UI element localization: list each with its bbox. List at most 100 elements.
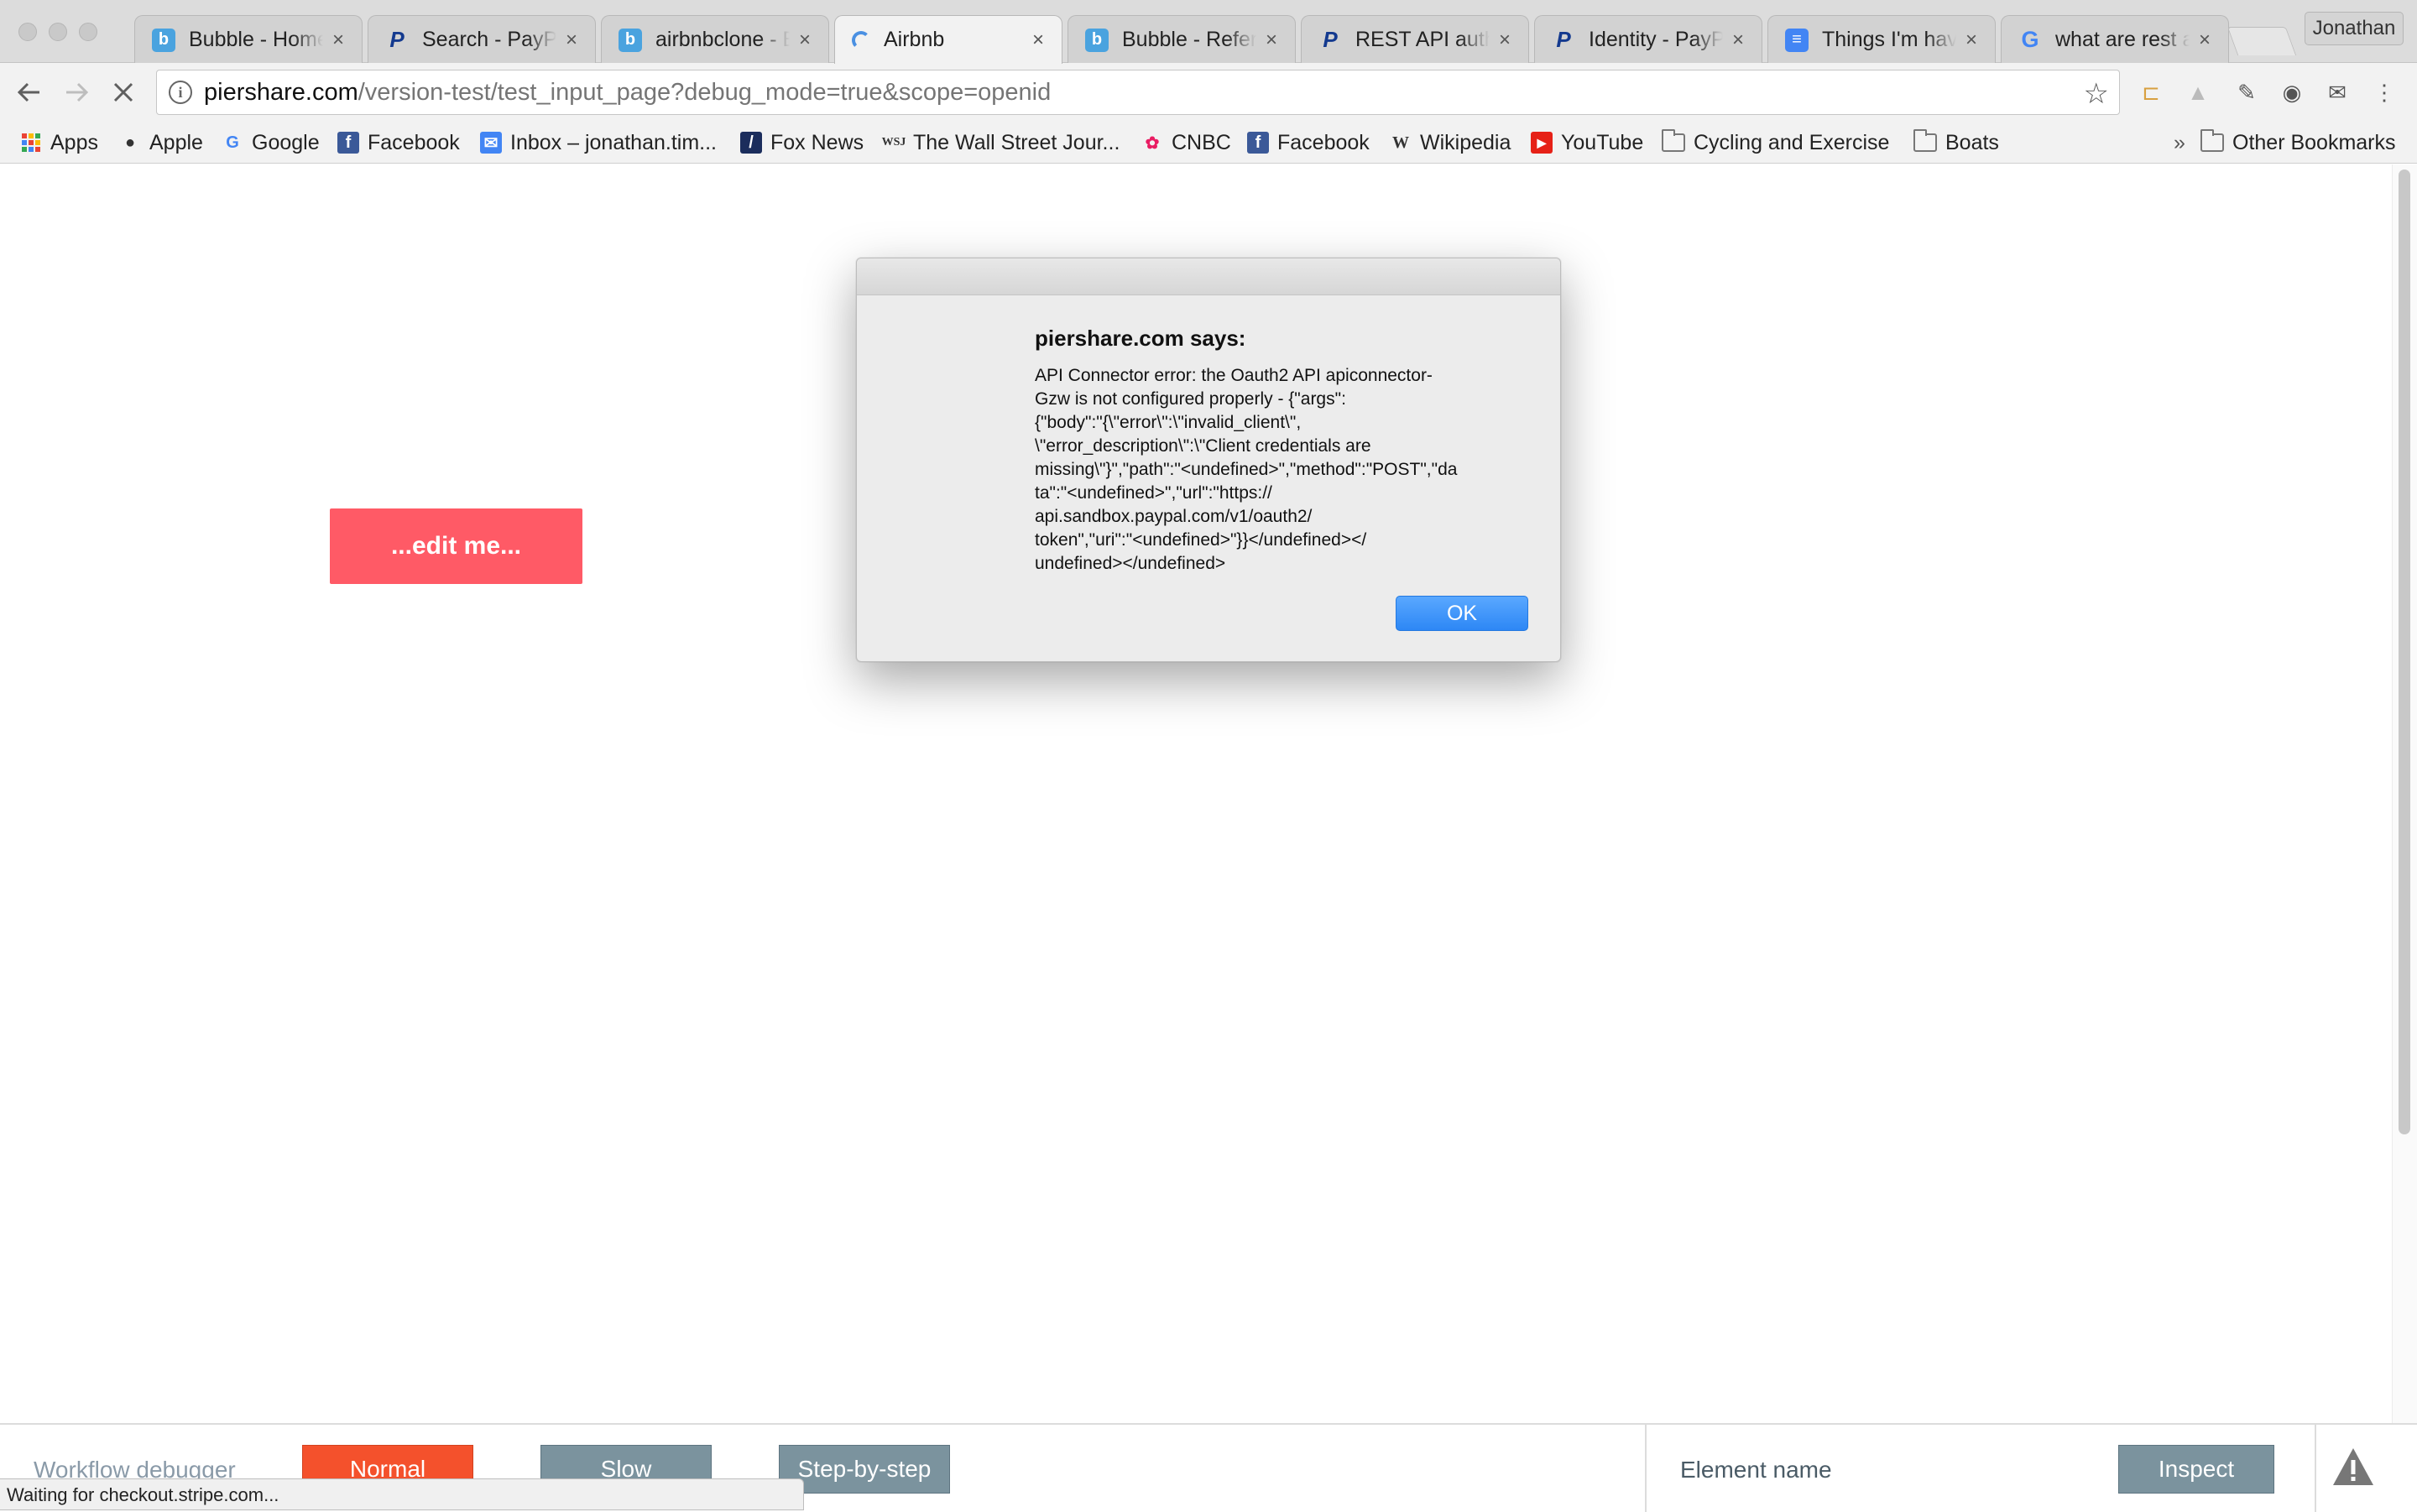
google-drive-icon[interactable]: ▲ [2185,80,2211,105]
warning-icon[interactable] [2330,1443,2377,1490]
close-icon[interactable]: × [2196,29,2213,52]
tab-bubble-home[interactable]: b Bubble - Home × [134,15,363,64]
forward-arrow-icon [66,82,89,102]
extension-globe-icon[interactable]: ◉ [2279,80,2305,105]
bookmark-facebook[interactable]: f Facebook [337,128,460,157]
tab-rest-api-auth[interactable]: P REST API authentication × [1301,15,1529,64]
facebook-icon: f [337,132,359,154]
bookmark-label: Cycling and Exercise [1694,130,1890,154]
element-name-input[interactable]: Element name [1680,1457,1832,1483]
paypal-icon: P [1323,27,1338,52]
back-button[interactable] [12,75,47,110]
tab-title: what are rest api [2055,28,2190,51]
apps-grid-icon [20,132,42,154]
scrollbar[interactable] [2392,164,2417,1423]
loading-spinner-icon [852,30,870,50]
close-icon[interactable]: × [330,29,347,52]
back-arrow-icon [17,82,39,102]
info-icon[interactable]: i [169,81,192,104]
url-host: piershare.com [204,78,358,106]
bookmark-inbox[interactable]: ✉ Inbox – jonathan.tim... [480,128,717,157]
wikipedia-icon: W [1392,133,1409,152]
dialog-message: API Connector error: the Oauth2 API apic… [1035,366,1458,573]
tab-search-paypal[interactable]: P Search - PayPal × [368,15,596,64]
bookmark-label: Facebook [368,130,460,154]
bookmark-apple[interactable]: ● Apple [119,128,203,157]
youtube-icon: ▶ [1531,132,1553,154]
scrollbar-thumb[interactable] [2399,169,2410,1134]
folder-icon [2200,129,2224,152]
bookmark-foxnews[interactable]: / Fox News [740,128,864,157]
bookmark-cnbc[interactable]: ✿ CNBC [1141,128,1231,157]
bookmark-apps[interactable]: Apps [20,128,98,157]
edit-me-button[interactable]: ...edit me... [330,508,582,584]
close-icon[interactable]: × [1963,29,1980,52]
tab-identity-paypal[interactable]: P Identity - PayPal × [1534,15,1762,64]
other-bookmarks[interactable]: Other Bookmarks [2200,128,2396,157]
bookmark-label: Apps [50,130,98,154]
bookmark-star-icon[interactable]: ☆ [2084,77,2109,111]
mail-extension-icon[interactable]: ✉ [2325,80,2350,105]
bookmark-label: Boats [1945,130,1999,154]
window-close-button[interactable] [18,23,37,41]
bookmark-google[interactable]: G Google [222,128,319,157]
dialog-heading: piershare.com says: [1035,326,1246,351]
close-icon[interactable]: × [1496,29,1513,52]
new-tab-button[interactable] [2226,27,2297,55]
cnbc-icon: ✿ [1145,133,1160,153]
mode-step-by-step-button[interactable]: Step-by-step [779,1445,950,1494]
status-bubble: Waiting for checkout.stripe.com... [0,1478,804,1510]
google-icon: G [226,133,239,152]
address-bar[interactable]: i piershare.com/version-test/test_input_… [156,70,2120,115]
alert-dialog: piershare.com says: API Connector error:… [856,258,1561,662]
ok-button[interactable]: OK [1396,596,1528,631]
stop-button[interactable] [106,75,141,110]
close-icon[interactable]: × [796,29,813,52]
facebook-icon: f [1247,132,1269,154]
forward-button[interactable] [59,75,94,110]
close-icon[interactable]: × [1730,29,1746,52]
tab-bubble-reference[interactable]: b Bubble - Reference × [1068,15,1296,64]
tab-title: Search - PayPal [422,28,556,51]
tab-title: REST API authentication [1355,28,1490,51]
bookmark-folder-cycling[interactable]: Cycling and Exercise [1662,128,1889,157]
tab-things-trouble[interactable]: ≡ Things I'm having trouble with × [1767,15,1996,64]
window-minimize-button[interactable] [49,23,67,41]
bookmarks-overflow-chevron[interactable]: » [2174,128,2185,157]
divider [2315,1425,2316,1512]
close-icon[interactable]: × [563,29,580,52]
bookmark-label: Fox News [770,130,864,154]
divider [1645,1425,1647,1512]
bubble-icon: b [1085,28,1109,52]
bookmark-label: Wikipedia [1420,130,1511,154]
close-icon[interactable]: × [1263,29,1280,52]
bookmark-wikipedia[interactable]: W Wikipedia [1390,128,1511,157]
foxnews-icon: / [740,132,762,154]
apple-icon: ● [124,133,136,152]
folder-icon [1913,129,1937,152]
bookmark-facebook-2[interactable]: f Facebook [1247,128,1370,157]
bookmarks-bar: Apps ● Apple G Google f Facebook ✉ Inbox… [0,122,2417,164]
profile-button[interactable]: Jonathan [2305,12,2404,45]
tab-google-search[interactable]: G what are rest api × [2001,15,2229,64]
close-icon[interactable]: × [1030,29,1047,52]
menu-kebab-icon[interactable]: ⋮ [2372,80,2397,105]
tab-airbnbclone[interactable]: b airbnbclone - Bubble × [601,15,829,64]
bubble-icon: b [619,28,642,52]
bookmark-label: Apple [149,130,203,154]
paypal-icon: P [389,27,405,52]
stop-x-icon [113,82,133,102]
other-bookmarks-label: Other Bookmarks [2232,130,2396,154]
extension-hammer-icon[interactable]: ⊏ [2138,80,2164,105]
window-zoom-button[interactable] [79,23,97,41]
browser-toolbar: i piershare.com/version-test/test_input_… [0,63,2417,122]
tab-airbnb[interactable]: Airbnb × [834,15,1062,64]
bookmark-wsj[interactable]: WSJ The Wall Street Jour... [882,128,1120,157]
bookmark-youtube[interactable]: ▶ YouTube [1531,128,1643,157]
bookmark-folder-boats[interactable]: Boats [1913,128,1999,157]
eyedropper-icon[interactable]: ✎ [2234,80,2259,105]
docs-icon: ≡ [1785,28,1809,52]
google-icon: G [2021,27,2039,52]
bubble-icon: b [152,28,175,52]
inspect-button[interactable]: Inspect [2118,1445,2274,1494]
